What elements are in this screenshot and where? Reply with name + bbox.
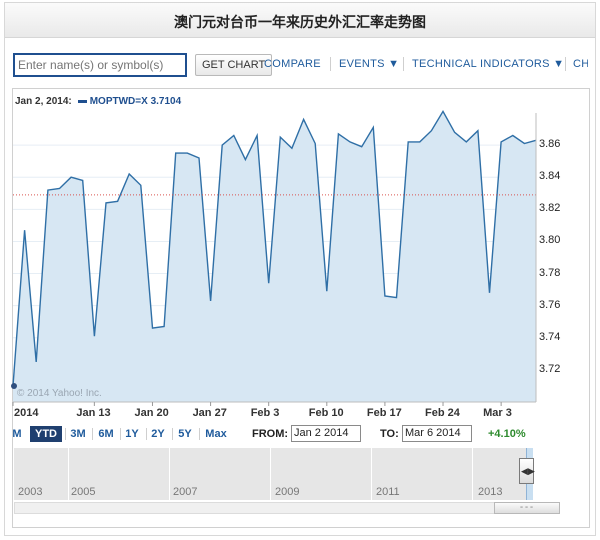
- navigator-divider: [169, 448, 170, 500]
- navigator-year-label: 2009: [275, 486, 300, 498]
- chevron-right-icon: ▶: [528, 466, 535, 476]
- range-button-1m[interactable]: M: [12, 426, 22, 442]
- navigator-year-label: 2005: [71, 486, 96, 498]
- x-tick-label: Feb 17: [366, 407, 402, 419]
- range-button-ytd[interactable]: YTD: [30, 426, 62, 442]
- y-tick-label: 3.86: [539, 138, 561, 151]
- navigator-scrollbar[interactable]: [14, 502, 560, 514]
- from-date-input[interactable]: Jan 2 2014: [291, 425, 361, 442]
- navigator-divider: [270, 448, 271, 500]
- from-label: FROM:: [252, 428, 289, 440]
- y-tick-label: 3.82: [539, 202, 561, 215]
- navigator-divider: [472, 448, 473, 500]
- y-tick-label: 3.74: [539, 330, 561, 343]
- range-button-1y[interactable]: 1Y: [122, 426, 142, 442]
- range-divider: [199, 428, 200, 440]
- x-tick-label: Feb 24: [425, 407, 460, 419]
- range-divider: [172, 428, 173, 440]
- range-button-3m[interactable]: 3M: [67, 426, 89, 442]
- range-button-2y[interactable]: 2Y: [148, 426, 168, 442]
- scrollbar-thumb[interactable]: ⁃⁃⁃: [494, 502, 560, 514]
- x-tick-label: Feb 10: [308, 407, 344, 419]
- to-label: TO:: [380, 428, 399, 440]
- x-tick-label: Mar 3: [483, 407, 512, 419]
- navigator-year-label: 2007: [173, 486, 198, 498]
- y-tick-label: 3.72: [539, 362, 561, 375]
- grip-icon: ⁃⁃⁃: [519, 503, 535, 512]
- navigator-year-label: 2003: [18, 486, 43, 498]
- range-button-max[interactable]: Max: [202, 426, 230, 442]
- chevron-left-icon: ◀: [521, 466, 528, 476]
- x-tick-label: Jan 27: [192, 407, 227, 419]
- y-tick-label: 3.84: [539, 170, 561, 183]
- range-divider: [146, 428, 147, 440]
- navigator-year-label: 2011: [376, 486, 400, 498]
- y-tick-label: 3.76: [539, 298, 561, 311]
- range-divider: [65, 428, 66, 440]
- range-divider: [92, 428, 93, 440]
- x-tick-label: 2014: [14, 407, 39, 419]
- x-tick-label: Feb 3: [250, 407, 280, 419]
- range-divider: [120, 428, 121, 440]
- x-tick-label: Jan 13: [76, 407, 111, 419]
- y-tick-label: 3.78: [539, 266, 561, 279]
- range-button-5y[interactable]: 5Y: [175, 426, 195, 442]
- navigator-year-label: 2013: [478, 486, 503, 498]
- to-date-input[interactable]: Mar 6 2014: [402, 425, 472, 442]
- percent-change: +4.10%: [488, 428, 526, 440]
- navigator-divider: [68, 448, 69, 500]
- navigator-divider: [371, 448, 372, 500]
- range-button-6m[interactable]: 6M: [95, 426, 117, 442]
- x-tick-label: Jan 20: [134, 407, 169, 419]
- y-tick-label: 3.80: [539, 234, 561, 247]
- copyright-credit: © 2014 Yahoo! Inc.: [17, 388, 102, 399]
- navigator-drag-handle[interactable]: ◀ ▶: [519, 458, 535, 484]
